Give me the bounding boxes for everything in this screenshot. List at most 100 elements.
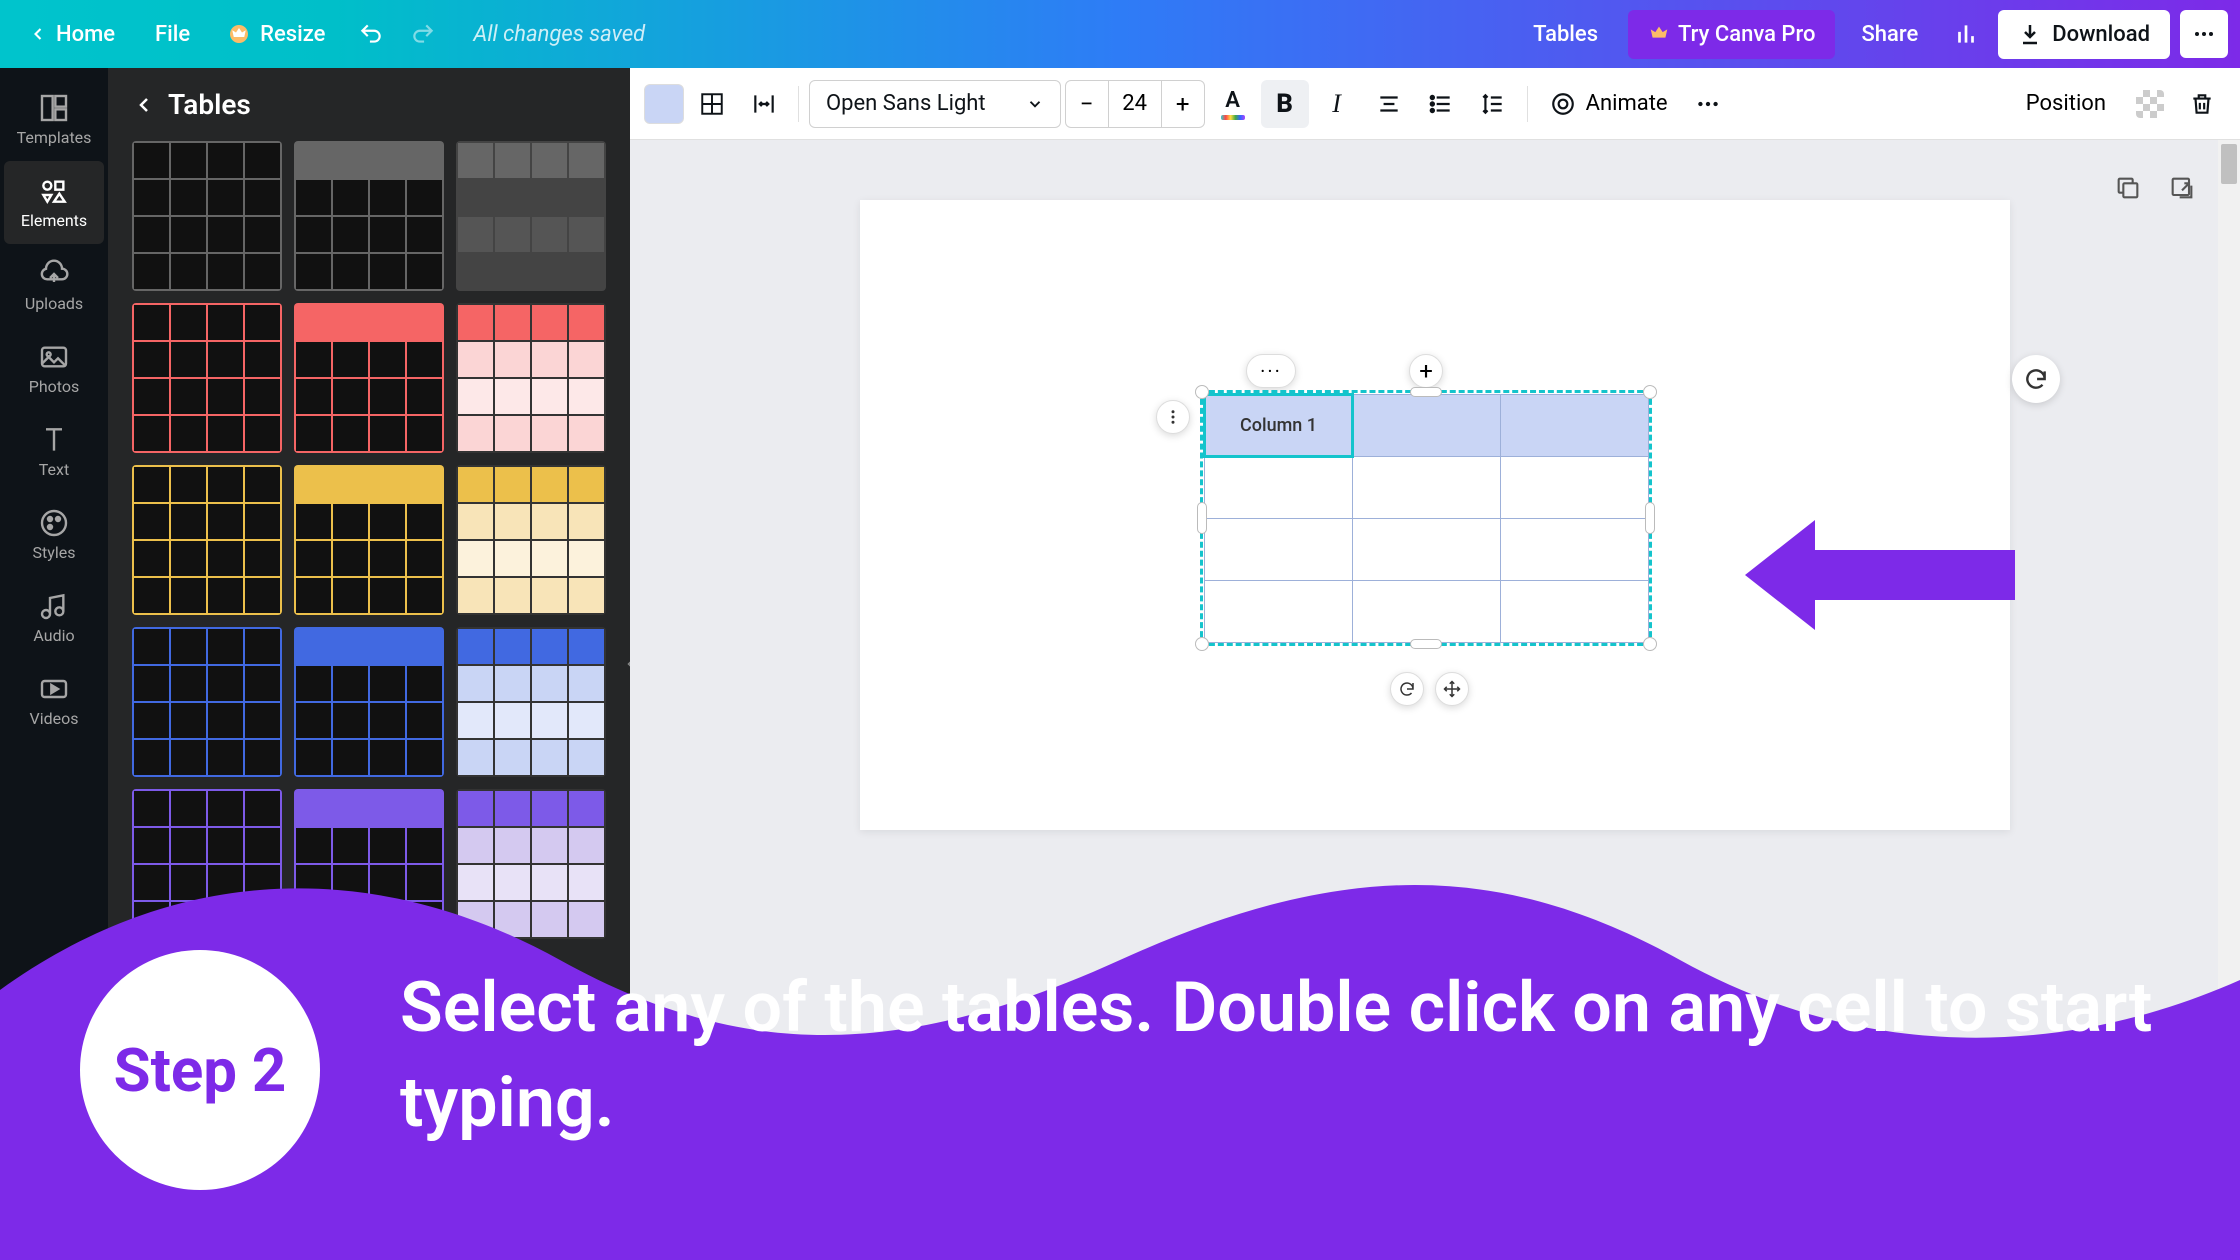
file-menu-button[interactable]: File — [139, 12, 206, 57]
new-page-button[interactable] — [2164, 170, 2200, 206]
transparency-icon — [2136, 90, 2164, 118]
step-label: Step 2 — [114, 1035, 287, 1106]
sync-icon — [1398, 680, 1416, 698]
rail-elements-label: Elements — [21, 211, 87, 230]
resize-handle[interactable] — [1643, 385, 1657, 399]
table-borders-button[interactable] — [688, 80, 736, 128]
table-cell[interactable] — [1501, 395, 1649, 457]
regenerate-button[interactable] — [2012, 355, 2060, 403]
font-size-decrease[interactable]: − — [1066, 81, 1108, 127]
resize-handle[interactable] — [1410, 639, 1442, 649]
chevron-left-icon[interactable] — [132, 93, 156, 117]
table-cell[interactable] — [1205, 519, 1353, 581]
text-color-button[interactable]: A — [1209, 80, 1257, 128]
table-style-thumb[interactable] — [294, 465, 444, 615]
rail-uploads[interactable]: Uploads — [0, 244, 108, 327]
delete-button[interactable] — [2178, 80, 2226, 128]
table-style-thumb[interactable] — [456, 465, 606, 615]
sync-button[interactable] — [1390, 672, 1424, 706]
doc-title[interactable]: Tables — [1533, 22, 1598, 47]
table-style-thumb[interactable] — [132, 627, 282, 777]
bold-icon: B — [1276, 89, 1293, 119]
more-menu-button[interactable] — [2180, 10, 2228, 58]
table-cell[interactable] — [1353, 519, 1501, 581]
table-cell-active[interactable]: Column 1 — [1205, 395, 1353, 457]
list-button[interactable] — [1417, 80, 1465, 128]
resize-handle[interactable] — [1643, 637, 1657, 651]
share-button[interactable]: Share — [1845, 12, 1934, 57]
transparency-button[interactable] — [2126, 80, 2174, 128]
insights-button[interactable] — [1944, 12, 1988, 56]
styles-icon — [38, 507, 70, 539]
align-button[interactable] — [1365, 80, 1413, 128]
duplicate-page-button[interactable] — [2110, 170, 2146, 206]
rail-text[interactable]: Text — [0, 410, 108, 493]
bold-button[interactable]: B — [1261, 80, 1309, 128]
table-cell[interactable] — [1353, 581, 1501, 643]
font-family-select[interactable]: Open Sans Light — [809, 80, 1061, 128]
audio-icon — [38, 590, 70, 622]
more-formatting-button[interactable] — [1684, 80, 1732, 128]
animate-button[interactable]: Animate — [1538, 80, 1680, 128]
resize-handle[interactable] — [1645, 502, 1655, 534]
width-icon — [751, 91, 777, 117]
column-width-button[interactable] — [740, 80, 788, 128]
font-size-increase[interactable]: + — [1162, 81, 1204, 127]
table-cell[interactable] — [1353, 395, 1501, 457]
table-options-button[interactable]: ··· — [1246, 354, 1296, 388]
table-style-thumb[interactable] — [294, 627, 444, 777]
italic-button[interactable]: I — [1313, 80, 1361, 128]
scrollbar-thumb[interactable] — [2221, 144, 2237, 184]
undo-button[interactable] — [349, 12, 393, 56]
add-column-button[interactable]: + — [1409, 354, 1443, 388]
rail-videos[interactable]: Videos — [0, 659, 108, 742]
table-style-thumb[interactable] — [132, 141, 282, 291]
step-badge: Step 2 — [80, 950, 320, 1190]
table-style-thumb[interactable] — [456, 303, 606, 453]
table-style-thumb[interactable] — [456, 627, 606, 777]
row-options-button[interactable] — [1156, 400, 1190, 434]
table-style-thumb[interactable] — [132, 465, 282, 615]
back-home-button[interactable]: Home — [12, 12, 131, 57]
table-style-thumb[interactable] — [456, 141, 606, 291]
fill-color-swatch[interactable] — [644, 84, 684, 124]
font-size-input[interactable] — [1108, 81, 1162, 127]
font-size-stepper: − + — [1065, 80, 1205, 128]
undo-icon — [358, 21, 384, 47]
download-button[interactable]: Download — [1998, 10, 2170, 59]
resize-handle[interactable] — [1195, 385, 1209, 399]
resize-handle[interactable] — [1410, 387, 1442, 397]
rail-styles[interactable]: Styles — [0, 493, 108, 576]
table-cell[interactable] — [1501, 581, 1649, 643]
try-pro-button[interactable]: Try Canva Pro — [1628, 10, 1835, 59]
rail-styles-label: Styles — [33, 543, 76, 562]
table-style-thumb[interactable] — [294, 141, 444, 291]
resize-handle[interactable] — [1197, 502, 1207, 534]
animate-label: Animate — [1586, 91, 1668, 116]
table-cell[interactable] — [1501, 519, 1649, 581]
italic-icon: I — [1332, 89, 1341, 119]
move-button[interactable] — [1435, 672, 1469, 706]
table-cell[interactable] — [1353, 457, 1501, 519]
spacing-button[interactable] — [1469, 80, 1517, 128]
position-button[interactable]: Position — [2010, 80, 2122, 128]
table-element[interactable]: Column 1 — [1200, 390, 1652, 646]
share-label: Share — [1861, 22, 1918, 47]
list-icon — [1428, 91, 1454, 117]
resize-button[interactable]: Resize — [214, 12, 341, 57]
rail-photos[interactable]: Photos — [0, 327, 108, 410]
rail-audio[interactable]: Audio — [0, 576, 108, 659]
table-cell[interactable] — [1205, 457, 1353, 519]
rail-templates[interactable]: Templates — [0, 78, 108, 161]
table-style-thumb[interactable] — [294, 303, 444, 453]
rail-elements[interactable]: Elements — [4, 161, 104, 244]
panel-collapse-button[interactable] — [618, 624, 630, 704]
redo-button[interactable] — [401, 12, 445, 56]
open-icon — [2168, 174, 2196, 202]
table-cell[interactable] — [1501, 457, 1649, 519]
resize-handle[interactable] — [1195, 637, 1209, 651]
rail-uploads-label: Uploads — [25, 294, 83, 313]
table-cell[interactable] — [1205, 581, 1353, 643]
try-pro-label: Try Canva Pro — [1678, 22, 1815, 47]
table-style-thumb[interactable] — [132, 303, 282, 453]
